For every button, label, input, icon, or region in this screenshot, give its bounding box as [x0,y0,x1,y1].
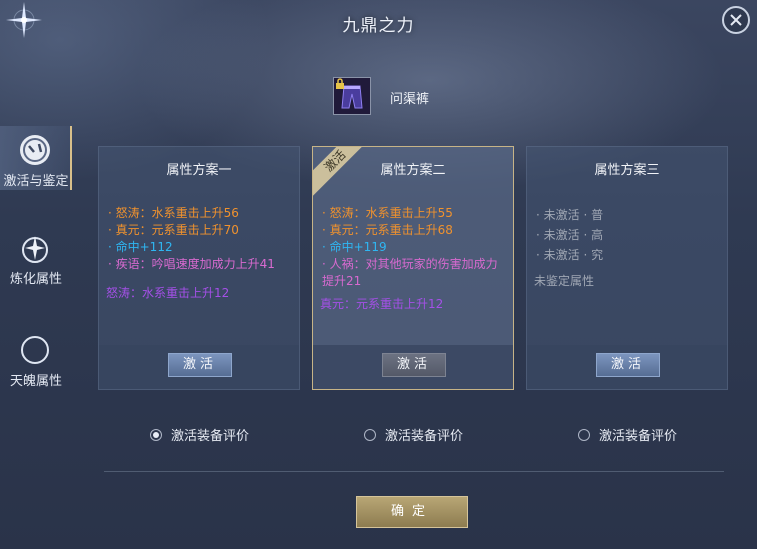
card-title: 属性方案三 [594,163,660,178]
card-attributes: · 怒涛：水系重击上升55 · 真元：元系重击上升68 · 命中+119 · 人… [320,205,512,313]
attribute-line: · 怒涛：水系重击上升56 [108,206,239,220]
close-button[interactable] [722,6,750,34]
card-title: 属性方案二 [380,163,446,178]
sidebar-item-refine[interactable]: 炼化属性 [0,224,72,288]
radio-label: 激活装备评价 [599,429,678,444]
activate-button[interactable]: 激活 [382,353,446,377]
sidebar-item-soul[interactable]: 天魄属性 [0,326,72,390]
attribute-line: · 人祸：对其他玩家的伤害加成力提升21 [322,257,498,288]
card-attributes: · 怒涛：水系重击上升56 · 真元：元系重击上升70 · 命中+112 · 疾… [106,205,298,302]
attribute-line: · 疾语：吟唱速度加成力上升41 [108,257,275,271]
attribute-line: · 真元：元系重击上升68 [322,223,453,237]
radio-label: 激活装备评价 [171,429,250,444]
item-name: 问渠裤 [390,92,430,107]
attribute-line: · 命中+112 [108,240,173,254]
attribute-plan-card-1: 属性方案一 · 怒涛：水系重击上升56 · 真元：元系重击上升70 · 命中+1… [98,146,300,390]
crescent-icon [21,336,49,364]
equip-rating-radio-1[interactable]: 激活装备评价 [150,425,250,444]
attribute-line: · 未激活 · 究 [536,248,604,262]
attribute-line: · 未激活 · 高 [536,228,604,242]
radio-dot-icon [578,429,590,441]
attribute-line: · 真元：元系重击上升70 [108,223,239,237]
attribute-line: · 未激活 · 普 [536,208,604,222]
attribute-line: · 怒涛：水系重击上升55 [322,206,453,220]
card-title: 属性方案一 [166,163,232,178]
equip-rating-radio-2[interactable]: 激活装备评价 [364,425,464,444]
nine-cauldron-window: 九鼎之力 激活与鉴定 炼化属性 天魄属性 问渠裤 属性方案一 · 怒涛：水系重击… [0,0,757,549]
gauge-icon [20,135,50,165]
close-icon [730,14,742,26]
title-bar: 九鼎之力 [0,0,757,42]
radio-label: 激活装备评价 [385,429,464,444]
divider [104,471,724,472]
radio-dot-icon [364,429,376,441]
attribute-plan-card-3: 属性方案三 · 未激活 · 普 · 未激活 · 高 · 未激活 · 究 未鉴定属… [526,146,728,390]
card-footer: 激活 [99,345,299,389]
extra-attribute: 怒涛：水系重击上升12 [106,286,230,300]
attribute-line: · 命中+119 [322,240,387,254]
sidebar-item-activate-identify[interactable]: 激活与鉴定 [0,126,72,190]
sidebar-item-label: 天魄属性 [9,374,62,389]
extra-attribute: 真元：元系重击上升12 [320,297,444,311]
equip-rating-radio-3[interactable]: 激活装备评价 [578,425,678,444]
card-attributes: · 未激活 · 普 · 未激活 · 高 · 未激活 · 究 未鉴定属性 [534,205,726,290]
unidentified-attribute: 未鉴定属性 [534,274,595,288]
radio-dot-icon [150,429,162,441]
sidebar-item-label: 激活与鉴定 [3,174,69,189]
sparkle-icon [22,236,48,263]
activate-button[interactable]: 激活 [596,353,660,377]
activate-button[interactable]: 激活 [168,353,232,377]
attribute-plan-card-2: 激活 属性方案二 · 怒涛：水系重击上升55 · 真元：元系重击上升68 · 命… [312,146,514,390]
sidebar-item-label: 炼化属性 [9,272,62,287]
window-title: 九鼎之力 [342,16,415,36]
item-slot[interactable] [333,77,371,115]
confirm-button[interactable]: 确定 [356,496,468,528]
card-footer: 激活 [313,345,513,389]
lock-icon [336,78,344,89]
card-footer: 激活 [527,345,727,389]
